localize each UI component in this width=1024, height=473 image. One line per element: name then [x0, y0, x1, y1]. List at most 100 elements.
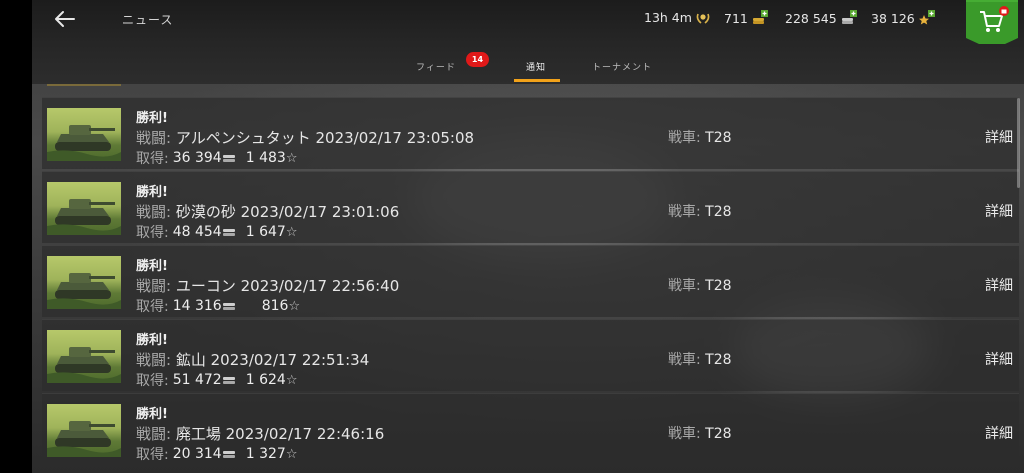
app-screen: ニュース 13h 4m 711 228 545 38 126 フィード 通知 ト…: [32, 0, 1024, 473]
xp-earned: 1 327: [245, 446, 286, 462]
tank-thumbnail: [47, 404, 121, 457]
credits-icon: [222, 229, 235, 236]
reward-label: 取得:: [136, 373, 169, 389]
tank-name: T28: [705, 204, 732, 220]
tank-name: T28: [705, 278, 732, 294]
credits-earned: 14 316: [172, 298, 222, 314]
reward-label: 取得:: [136, 299, 169, 315]
battle-datetime: 2023/02/17 22:51:34: [210, 351, 370, 369]
shopping-cart-icon: [966, 0, 1018, 50]
tank-info: 戦車: T28: [668, 201, 732, 221]
free-xp-value: 38 126: [871, 10, 915, 26]
gold-balance[interactable]: 711: [724, 10, 769, 26]
battle-info: 戦闘: ユーコン 2023/02/17 22:56:40: [136, 275, 399, 296]
tank-image: [47, 199, 121, 235]
notification-row[interactable]: 勝利! 戦闘: 砂漠の砂 2023/02/17 23:01:06 取得: 48 …: [42, 171, 1019, 243]
battle-datetime: 2023/02/17 22:56:40: [240, 277, 400, 295]
xp-earned: 816: [261, 298, 289, 314]
tab-feed[interactable]: フィード: [416, 60, 456, 73]
map-name: アルペンシュタット: [175, 129, 311, 147]
tab-notifications[interactable]: 通知: [526, 60, 546, 73]
reward-label: 取得:: [136, 447, 169, 463]
tank-info: 戦車: T28: [668, 275, 732, 295]
gold-value: 711: [724, 10, 748, 26]
credits-earned: 51 472: [172, 372, 222, 388]
credits-icon: [222, 451, 235, 458]
details-button[interactable]: 詳細: [985, 349, 1013, 369]
shop-button[interactable]: [966, 0, 1018, 50]
battle-result: 勝利!: [136, 407, 168, 422]
battle-info: 戦闘: 砂漠の砂 2023/02/17 23:01:06: [136, 201, 399, 222]
tab-bar: フィード 通知 トーナメント: [32, 44, 1024, 84]
battle-label: 戦闘:: [136, 129, 172, 147]
tank-info: 戦車: T28: [668, 423, 732, 443]
notification-row[interactable]: 勝利! 戦闘: ユーコン 2023/02/17 22:56:40 取得: 14 …: [42, 245, 1019, 317]
tank-image: [47, 347, 121, 383]
free-xp-balance[interactable]: 38 126: [871, 10, 936, 26]
page-title: ニュース: [122, 13, 174, 27]
notification-row[interactable]: 勝利! 戦闘: 廃工場 2023/02/17 22:46:16 取得: 20 3…: [42, 393, 1019, 465]
reward-info: 取得: 48 454 1 647 ☆: [136, 222, 297, 242]
tank-info: 戦車: T28: [668, 349, 732, 369]
feed-unread-badge: 14: [466, 52, 489, 67]
map-name: 砂漠の砂: [175, 203, 236, 221]
tank-info: 戦車: T28: [668, 127, 732, 147]
details-button[interactable]: 詳細: [985, 127, 1013, 147]
xp-star-add-icon: [918, 10, 935, 25]
previous-item-thumbnail: [47, 84, 121, 86]
top-bar: ニュース 13h 4m 711 228 545 38 126: [32, 0, 1024, 50]
reward-label: 取得:: [136, 151, 169, 167]
xp-star-icon: ☆: [285, 224, 298, 240]
credits-add-icon: [841, 10, 857, 24]
notification-row[interactable]: 勝利! 戦闘: アルペンシュタット 2023/02/17 23:05:08 取得…: [42, 97, 1019, 169]
notification-list[interactable]: 勝利! 戦闘: アルペンシュタット 2023/02/17 23:05:08 取得…: [32, 84, 1024, 473]
credits-icon: [222, 155, 235, 162]
credits-earned: 20 314: [172, 446, 222, 462]
tank-image: [47, 421, 121, 457]
credits-earned: 36 394: [172, 150, 222, 166]
tank-image: [47, 125, 121, 161]
premium-laurel-icon: [696, 13, 710, 24]
battle-datetime: 2023/02/17 23:01:06: [240, 203, 400, 221]
tank-label: 戦車:: [668, 204, 701, 220]
details-button[interactable]: 詳細: [985, 275, 1013, 295]
reward-info: 取得: 20 314 1 327 ☆: [136, 444, 297, 464]
battle-result: 勝利!: [136, 259, 168, 274]
tank-name: T28: [705, 352, 732, 368]
active-tab-indicator: [514, 79, 560, 82]
tank-label: 戦車:: [668, 352, 701, 368]
gold-add-icon: [752, 10, 768, 24]
tank-thumbnail: [47, 330, 121, 383]
notification-row[interactable]: 勝利! 戦闘: 鉱山 2023/02/17 22:51:34 取得: 51 47…: [42, 319, 1019, 391]
credits-icon: [222, 377, 235, 384]
battle-label: 戦闘:: [136, 203, 172, 221]
reward-info: 取得: 36 394 1 483 ☆: [136, 148, 297, 168]
map-name: ユーコン: [175, 277, 236, 295]
back-button[interactable]: [52, 8, 78, 30]
details-button[interactable]: 詳細: [985, 423, 1013, 443]
tank-thumbnail: [47, 256, 121, 309]
tank-name: T28: [705, 426, 732, 442]
credits-icon: [222, 303, 235, 310]
reward-label: 取得:: [136, 225, 169, 241]
map-name: 鉱山: [175, 351, 206, 369]
tank-label: 戦車:: [668, 426, 701, 442]
battle-label: 戦闘:: [136, 351, 172, 369]
reward-info: 取得: 14 316 816 ☆: [136, 296, 300, 316]
xp-earned: 1 647: [245, 224, 286, 240]
scrollbar[interactable]: [1017, 98, 1020, 188]
xp-earned: 1 483: [245, 150, 286, 166]
xp-star-icon: ☆: [285, 446, 298, 462]
reward-info: 取得: 51 472 1 624 ☆: [136, 370, 297, 390]
xp-star-icon: ☆: [285, 150, 298, 166]
battle-label: 戦闘:: [136, 277, 172, 295]
details-button[interactable]: 詳細: [985, 201, 1013, 221]
tab-tournaments[interactable]: トーナメント: [592, 60, 652, 73]
battle-datetime: 2023/02/17 23:05:08: [315, 129, 475, 147]
battle-result: 勝利!: [136, 333, 168, 348]
tank-thumbnail: [47, 108, 121, 161]
battle-label: 戦闘:: [136, 425, 172, 443]
tank-name: T28: [705, 130, 732, 146]
premium-timer[interactable]: 13h 4m: [644, 10, 711, 25]
credits-balance[interactable]: 228 545: [785, 10, 858, 26]
